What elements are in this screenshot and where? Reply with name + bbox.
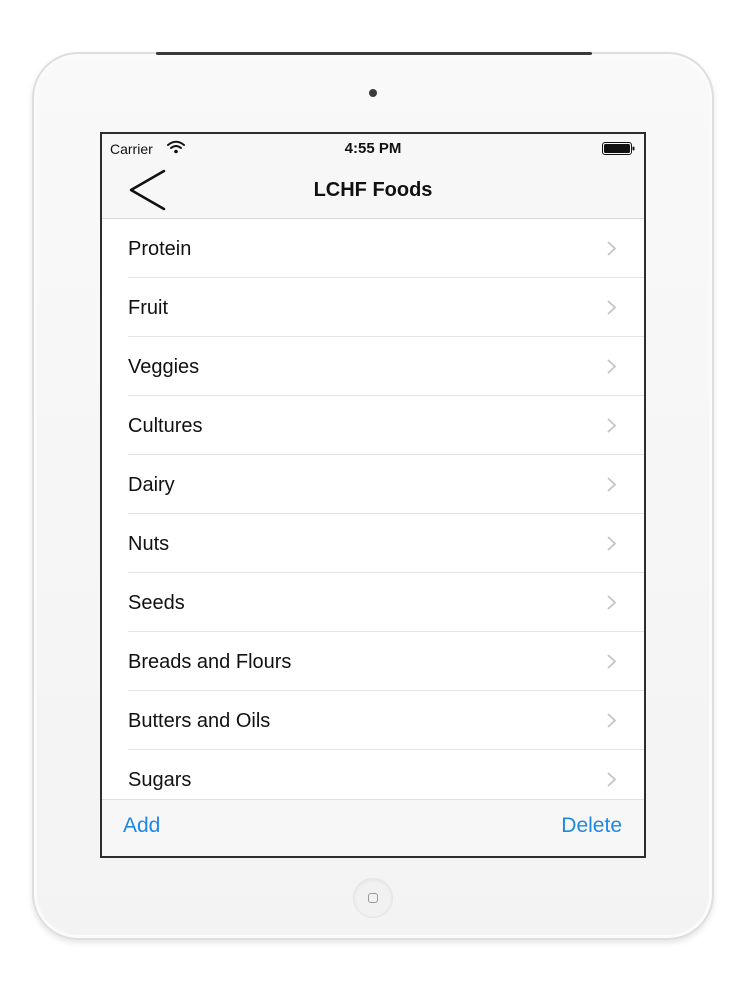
- chevron-right-icon: [607, 713, 616, 728]
- status-bar: Carrier 4:55 PM: [102, 134, 644, 162]
- list-item-fruit[interactable]: Fruit: [102, 278, 644, 337]
- chevron-right-icon: [607, 595, 616, 610]
- chevron-right-icon: [607, 359, 616, 374]
- navigation-bar: LCHF Foods: [102, 162, 644, 219]
- chevron-right-icon: [607, 300, 616, 315]
- list-item-label: Fruit: [128, 297, 168, 319]
- list-item-dairy[interactable]: Dairy: [102, 455, 644, 514]
- list-item-seeds[interactable]: Seeds: [102, 573, 644, 632]
- list-item-butters-and-oils[interactable]: Butters and Oils: [102, 691, 644, 750]
- list-item-label: Cultures: [128, 415, 203, 437]
- chevron-right-icon: [607, 477, 616, 492]
- front-camera: [369, 89, 377, 97]
- device-screen: Carrier 4:55 PM LCHF Foods Protein Fruit…: [100, 132, 646, 858]
- list-item-label: Protein: [128, 238, 192, 260]
- list-item-label: Dairy: [128, 474, 175, 496]
- list-item-label: Veggies: [128, 356, 200, 378]
- page-title: LCHF Foods: [313, 179, 433, 201]
- chevron-right-icon: [607, 654, 616, 669]
- list-item-label: Breads and Flours: [128, 651, 292, 673]
- home-button[interactable]: [353, 878, 393, 918]
- chevron-right-icon: [607, 241, 616, 256]
- bottom-toolbar: Add Delete: [102, 799, 644, 856]
- status-time: 4:55 PM: [344, 140, 402, 157]
- list-item-label: Nuts: [128, 533, 170, 555]
- food-category-list: Protein Fruit Veggies Cultures Dairy Nut…: [102, 219, 644, 802]
- chevron-right-icon: [607, 418, 616, 433]
- list-item-veggies[interactable]: Veggies: [102, 337, 644, 396]
- list-item-cultures[interactable]: Cultures: [102, 396, 644, 455]
- list-item-label: Sugars: [128, 769, 192, 791]
- list-item-protein[interactable]: Protein: [102, 219, 644, 278]
- chevron-right-icon: [607, 772, 616, 787]
- battery-full-icon: [602, 142, 636, 160]
- home-square-icon: [368, 893, 378, 903]
- list-item-label: Seeds: [128, 592, 185, 614]
- list-item-breads-and-flours[interactable]: Breads and Flours: [102, 632, 644, 691]
- list-item-nuts[interactable]: Nuts: [102, 514, 644, 573]
- list-item-label: Butters and Oils: [128, 710, 271, 732]
- chevron-right-icon: [607, 536, 616, 551]
- tablet-top-edge: [156, 52, 592, 55]
- delete-button[interactable]: Delete: [561, 814, 622, 838]
- add-button[interactable]: Add: [123, 814, 160, 838]
- list-item-sugars[interactable]: Sugars: [102, 750, 644, 802]
